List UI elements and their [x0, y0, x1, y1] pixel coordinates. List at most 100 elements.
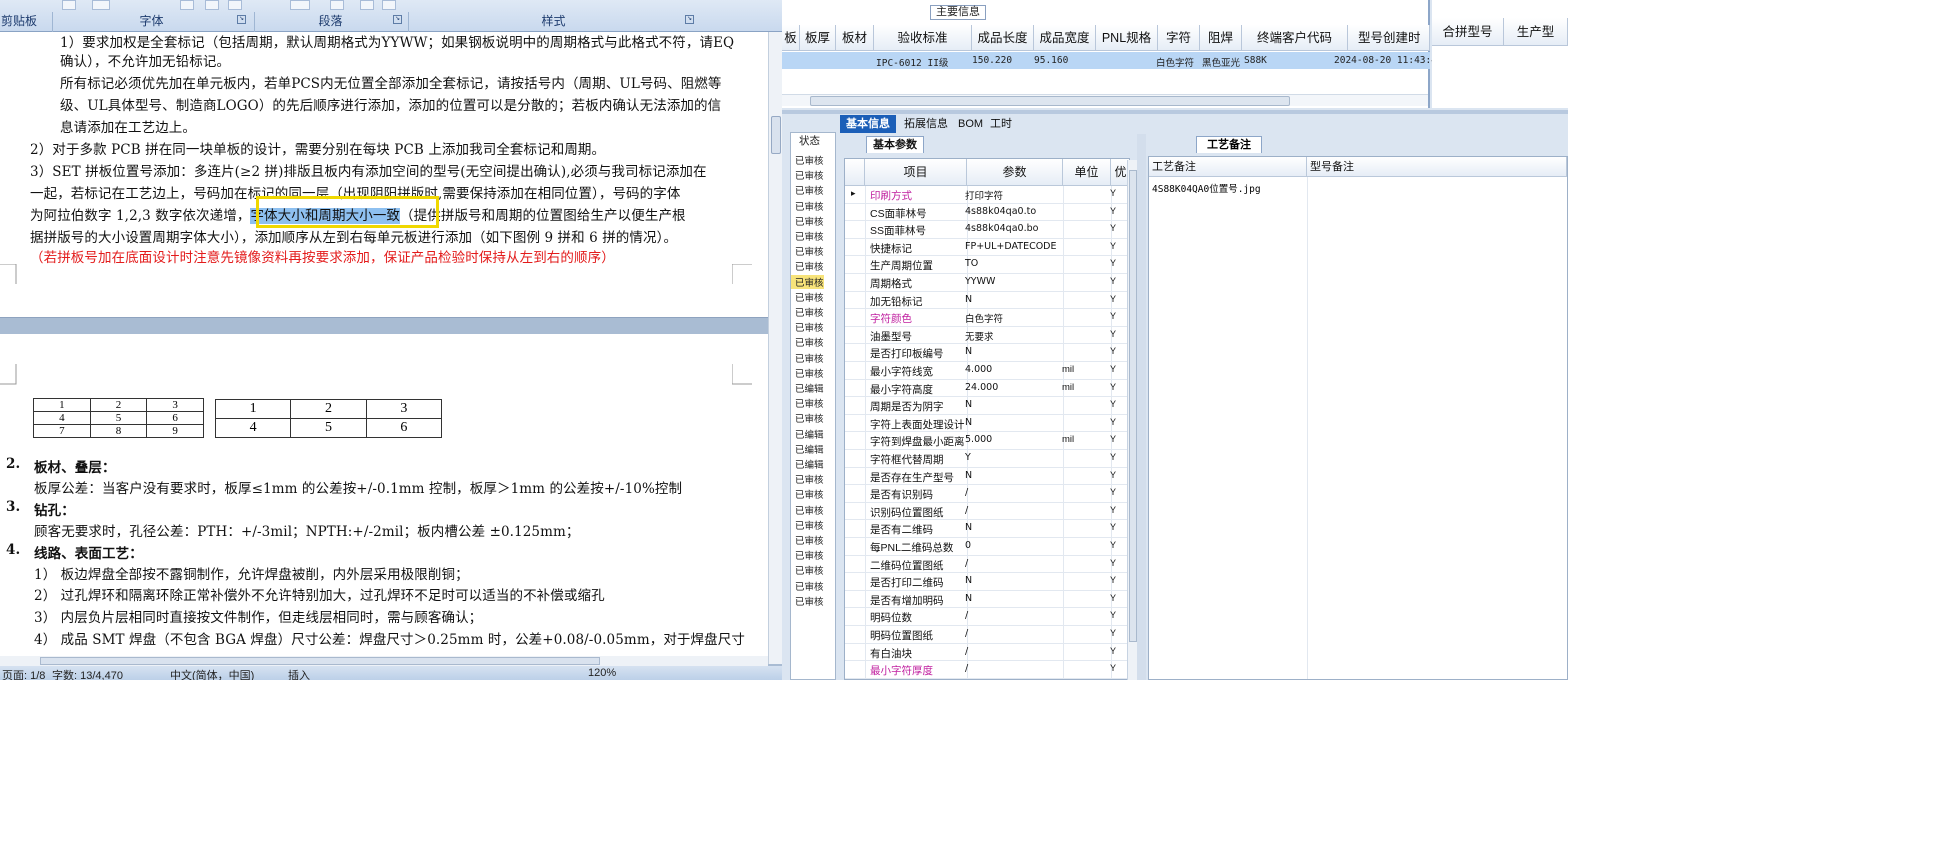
param-value[interactable]: / — [965, 663, 968, 674]
zoom-level[interactable]: 120% — [588, 667, 616, 679]
status-item[interactable]: 已审核 — [795, 290, 824, 304]
status-item[interactable]: 已审核 — [795, 320, 824, 334]
column-header[interactable]: 板厚 — [800, 25, 836, 51]
status-item[interactable]: 已审核 — [795, 548, 824, 562]
param-value[interactable]: FP+UL+DATECODE — [965, 241, 1057, 252]
column-header[interactable]: 字符 — [1158, 25, 1200, 51]
param-row[interactable]: 明码位置图纸 / Y — [845, 626, 1129, 644]
param-value[interactable]: N — [965, 399, 972, 410]
column-header[interactable]: 工艺备注 — [1149, 157, 1307, 177]
param-row[interactable]: 有白油块 / Y — [845, 644, 1129, 662]
column-header[interactable]: 成品长度 — [972, 25, 1034, 51]
param-row[interactable]: 每PNL二维码总数 0 Y — [845, 538, 1129, 556]
tab-basic-info[interactable]: 基本信息 — [840, 115, 896, 133]
status-item[interactable]: 已审核 — [795, 563, 824, 577]
param-value[interactable]: 白色字符 — [965, 311, 1003, 325]
scrollbar-thumb[interactable] — [40, 657, 600, 665]
param-value[interactable]: 4s88k04qa0.bo — [965, 223, 1038, 234]
status-item[interactable]: 已审核 — [795, 366, 824, 380]
param-value[interactable]: 24.000 — [965, 382, 998, 393]
status-item[interactable]: 已审核 — [795, 259, 824, 273]
param-row[interactable]: 是否打印二维码 N Y — [845, 573, 1129, 591]
status-item[interactable]: 已编辑 — [795, 457, 824, 471]
word-count[interactable]: 字数: 13/4,470 — [52, 667, 123, 680]
scrollbar-thumb[interactable] — [771, 116, 781, 154]
param-value[interactable]: TO — [965, 258, 978, 269]
param-row[interactable]: 周期是否为阴字 N Y — [845, 397, 1129, 415]
process-notes-title[interactable]: 工艺备注 — [1196, 136, 1262, 153]
param-row[interactable]: CS面菲林号 4s88k04qa0.to Y — [845, 204, 1129, 222]
tab-extended-info[interactable]: 拓展信息 — [898, 115, 954, 133]
param-value[interactable]: N — [965, 470, 972, 481]
param-value[interactable]: 无要求 — [965, 329, 994, 343]
paragraph-dialog-launcher-icon[interactable]: ↘ — [393, 15, 402, 24]
status-item[interactable]: 已审核 — [795, 472, 824, 486]
font-color-button[interactable] — [92, 0, 110, 10]
param-row[interactable]: 最小字符线宽 4.000 mil Y — [845, 362, 1129, 380]
scrollbar-thumb[interactable] — [810, 96, 1290, 106]
column-header[interactable]: 型号备注 — [1307, 157, 1567, 177]
column-header[interactable]: 板 — [782, 25, 800, 51]
param-value[interactable]: / — [965, 628, 968, 639]
status-item[interactable]: 已审核 — [795, 229, 824, 243]
insert-symbol-button[interactable] — [180, 0, 194, 10]
status-item[interactable]: 已审核 — [795, 594, 824, 608]
param-row[interactable]: 是否有二维码 N Y — [845, 520, 1129, 538]
column-header[interactable]: 板材 — [836, 25, 874, 51]
param-value[interactable]: N — [965, 294, 972, 305]
param-row[interactable]: 是否存在生产型号 N Y — [845, 468, 1129, 486]
param-row[interactable]: 最小字符高度 24.000 mil Y — [845, 380, 1129, 398]
param-row[interactable]: 油墨型号 无要求 Y — [845, 327, 1129, 345]
horizontal-scrollbar[interactable] — [0, 656, 768, 666]
border-button[interactable] — [290, 0, 310, 10]
param-value[interactable]: / — [965, 558, 968, 569]
column-header[interactable]: 阻焊 — [1200, 25, 1242, 51]
column-header[interactable]: 成品宽度 — [1034, 25, 1096, 51]
status-item[interactable]: 已审核 — [795, 518, 824, 532]
param-row[interactable]: 是否有增加明码 N Y — [845, 591, 1129, 609]
param-value[interactable]: N — [965, 593, 972, 604]
column-header[interactable]: 单位 — [1063, 159, 1111, 186]
column-header[interactable]: 型号创建时 — [1348, 25, 1430, 51]
scrollbar-thumb[interactable] — [1129, 170, 1137, 642]
column-header[interactable]: 终端客户代码 — [1242, 25, 1348, 51]
param-value[interactable]: N — [965, 575, 972, 586]
status-item[interactable]: 已审核 — [795, 199, 824, 213]
font-dialog-launcher-icon[interactable]: ↘ — [237, 15, 246, 24]
param-row[interactable]: SS面菲林号 4s88k04qa0.bo Y — [845, 221, 1129, 239]
styles-dialog-launcher-icon[interactable]: ↘ — [685, 15, 694, 24]
param-row[interactable]: 字符上表面处理设计 N Y — [845, 415, 1129, 433]
column-header[interactable]: 合拼型号 — [1432, 18, 1504, 46]
param-value[interactable]: YYWW — [965, 276, 995, 287]
column-header[interactable]: PNL规格 — [1096, 25, 1158, 51]
document-page[interactable]: 1）要求加权是全套标记（包括周期，默认周期格式为YYWW；如果钢板说明中的周期格… — [0, 32, 768, 318]
vertical-scrollbar[interactable] — [768, 32, 782, 664]
tab-work-hours[interactable]: 工时 — [984, 115, 1018, 133]
param-value[interactable]: Y — [965, 452, 971, 463]
status-item[interactable]: 已编辑 — [795, 427, 824, 441]
param-row[interactable]: 字符框代替周期 Y Y — [845, 450, 1129, 468]
status-item[interactable]: 已审核 — [795, 183, 824, 197]
status-item[interactable]: 已审核 — [795, 579, 824, 593]
param-value[interactable]: 4s88k04qa0.to — [965, 206, 1036, 217]
status-item[interactable]: 已编辑 — [795, 381, 824, 395]
process-note-cell[interactable]: 4S88K04QA0位置号.jpg — [1152, 181, 1261, 195]
status-item[interactable]: 已审核 — [795, 305, 824, 319]
param-row[interactable]: 是否有识别码 / Y — [845, 485, 1129, 503]
status-item[interactable]: 已编辑 — [795, 442, 824, 456]
page-indicator[interactable]: 页面: 1/8 — [2, 667, 45, 680]
highlight-button[interactable] — [62, 0, 76, 10]
param-value[interactable]: / — [965, 646, 968, 657]
status-item[interactable]: 已审核 — [795, 214, 824, 228]
insert-mode[interactable]: 插入 — [288, 667, 310, 680]
param-row[interactable]: 最小字符厚度 / Y — [845, 661, 1129, 679]
param-row[interactable]: 生产周期位置 TO Y — [845, 256, 1129, 274]
basic-params-title[interactable]: 基本参数 — [866, 136, 924, 153]
vertical-scrollbar[interactable] — [1127, 160, 1137, 680]
status-item[interactable]: 已审核 — [791, 274, 824, 289]
param-value[interactable]: 4.000 — [965, 364, 992, 375]
horizontal-scrollbar[interactable] — [782, 94, 1428, 106]
param-value[interactable]: 0 — [965, 540, 971, 551]
show-marks-button[interactable] — [382, 0, 396, 10]
font-grow-button[interactable] — [205, 0, 219, 10]
